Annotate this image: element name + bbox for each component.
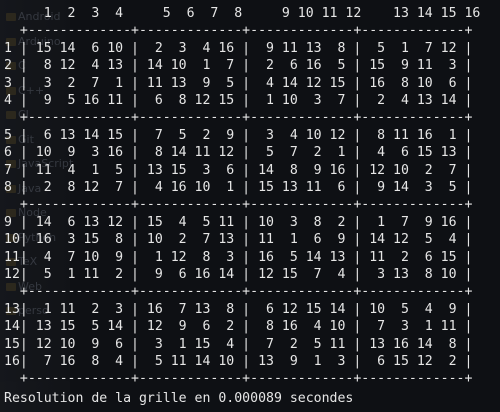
- grid-row-line: 7 | 11 4 1 5 | 13 15 3 6 | 14 8 9 16 | 1…: [4, 162, 473, 178]
- grid-row-line: 3 | 3 2 7 1 | 11 13 9 5 | 4 14 12 15 | 1…: [4, 75, 473, 91]
- grid-row-line: 4 | 9 5 16 11 | 6 8 12 15 | 1 10 3 7 | 2…: [4, 93, 473, 108]
- grid-row-line: 2 | 8 12 4 13 | 14 10 1 7 | 2 6 16 5 | 1…: [4, 58, 473, 74]
- grid-row-line: 13| 1 11 2 3 | 16 7 13 8 | 6 12 15 14 | …: [4, 301, 473, 317]
- grid-row-line: 5 | 6 13 14 15 | 7 5 2 9 | 3 4 10 12 | 8…: [4, 127, 473, 143]
- grid-row-line: 11| 4 7 10 9 | 1 12 8 3 | 16 5 14 13 | 1…: [4, 249, 473, 265]
- column-header-line: 1 2 3 4 5 6 7 8 9 10 11 12 13 14 15 16: [4, 6, 481, 21]
- grid-row-line: 9 | 14 6 13 12 | 15 4 5 11 | 10 3 8 2 | …: [4, 214, 473, 230]
- grid-row-line: 16| 7 16 8 4 | 5 11 14 10 | 13 9 1 3 | 6…: [4, 354, 473, 369]
- grid-row-line: 10| 16 3 15 8 | 10 2 7 13 | 11 1 6 9 | 1…: [4, 232, 473, 248]
- grid-border-line: +-------------+-------------+-----------…: [4, 371, 473, 387]
- terminal-output: 1 2 3 4 5 6 7 8 9 10 11 12 13 14 15 16 +…: [4, 4, 500, 412]
- grid-row-line: 14| 13 15 5 14 | 12 9 6 2 | 8 16 4 10 | …: [4, 319, 473, 335]
- grid-border-line: +-------------+-------------+-----------…: [4, 284, 473, 300]
- grid-border-line: +-------------+-------------+-----------…: [4, 197, 473, 213]
- grid-row-line: 12| 5 1 11 2 | 9 6 16 14 | 12 15 7 4 | 3…: [4, 267, 473, 282]
- grid-border-line: +-------------+-------------+-----------…: [4, 23, 473, 39]
- grid-row-line: 6 | 10 9 3 16 | 8 14 11 12 | 5 7 2 1 | 4…: [4, 145, 473, 161]
- grid-row-line: 8 | 2 8 12 7 | 4 16 10 1 | 15 13 11 6 | …: [4, 180, 473, 195]
- grid-border-line: +-------------+-------------+-----------…: [4, 110, 473, 126]
- grid-row-line: 1 | 15 14 6 10 | 2 3 4 16 | 9 11 13 8 | …: [4, 40, 473, 56]
- grid-row-line: 15| 12 10 9 6 | 3 1 15 4 | 7 2 5 11 | 13…: [4, 336, 473, 352]
- status-message: Resolution de la grille en 0.000089 seco…: [4, 390, 354, 406]
